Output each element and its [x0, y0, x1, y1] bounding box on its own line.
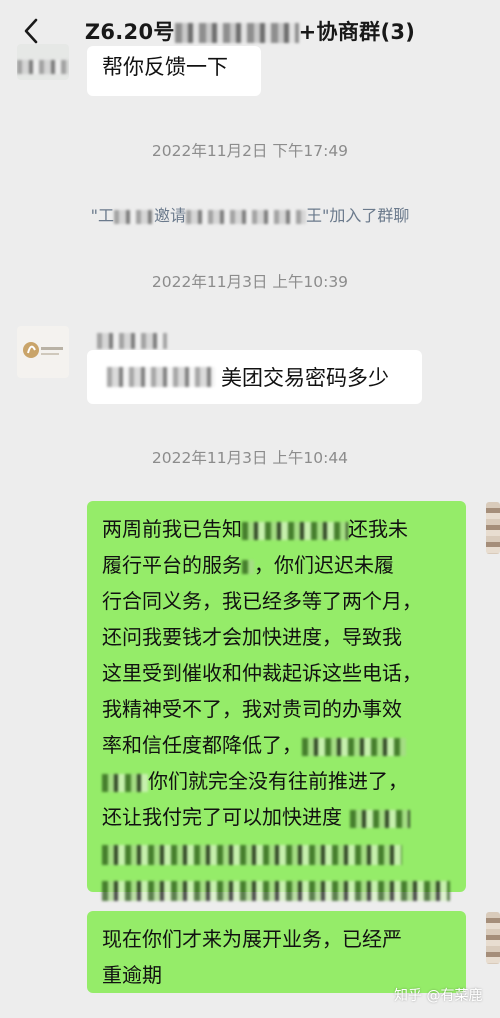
chat-title-prefix: Z6.20号: [84, 20, 175, 44]
sender-name: [97, 330, 167, 349]
redacted-text: [350, 809, 410, 828]
message-bubble[interactable]: 美团交易密码多少: [87, 350, 422, 404]
message-bubble-partial[interactable]: 帮你反馈一下: [87, 46, 261, 96]
message-line: 还问我要钱才会加快进度，导致我: [102, 625, 402, 649]
chat-title-suffix: +协商群(3): [298, 20, 416, 44]
self-avatar[interactable]: [486, 502, 500, 554]
message-line: 还让我付完了可以加快进度: [102, 799, 452, 835]
redacted-avatar: [17, 60, 69, 74]
message-line: 现在你们才来为展开业务，已经严: [102, 927, 402, 951]
message-line: 两周前我已告知 还我未: [102, 517, 408, 541]
message-line-redacted: [102, 835, 452, 871]
redacted-text: [242, 559, 254, 574]
self-avatar[interactable]: [486, 912, 500, 964]
message-line: 率和信任度都降低了，: [102, 727, 452, 763]
redacted-text: [107, 367, 215, 387]
system-text-end: 王"加入了群聊: [306, 206, 410, 225]
redacted-text: [102, 844, 402, 865]
redacted-text: [102, 773, 148, 792]
timestamp: 2022年11月3日 上午10:39: [151, 273, 349, 291]
timestamp: 2022年11月3日 上午10:44: [151, 449, 349, 467]
redacted-text: [242, 521, 348, 540]
message-line: 行合同义务，我已经多等了两个月，: [102, 589, 422, 613]
message-line: 你们就完全没有往前推进了，: [102, 763, 452, 799]
message-line: 我精神受不了，我对贵司的办事效: [102, 697, 402, 721]
chat-title: Z6.20号 +协商群(3): [85, 16, 415, 46]
system-message: "工 邀请 王"加入了群聊: [0, 202, 500, 226]
redacted-name: [186, 209, 306, 224]
message-text: 帮你反馈一下: [102, 55, 228, 79]
message-line: 这里受到催收和仲裁起诉这些电话，: [102, 661, 422, 685]
back-button[interactable]: [14, 14, 48, 48]
system-text-mid: 邀请: [153, 206, 186, 225]
chevron-left-icon: [24, 18, 38, 44]
watermark: 知乎 @有菜鹿: [394, 988, 483, 1004]
system-text-prefix: "工: [90, 206, 114, 225]
message-bubble-self[interactable]: 两周前我已告知 还我未 履行平台的服务 ，你们迟迟未履 行合同义务，我已经多等了两个…: [87, 501, 466, 937]
redacted-sender: [97, 332, 167, 349]
message-line-redacted: [102, 871, 452, 907]
message-bubble-self[interactable]: 现在你们才来为展开业务，已经严 重逾期: [87, 911, 466, 993]
sender-avatar[interactable]: [17, 326, 69, 378]
message-line: 履行平台的服务 ，你们迟迟未履: [102, 553, 394, 577]
redacted-title: [174, 23, 299, 43]
redacted-text: [302, 737, 406, 756]
redacted-name: [113, 209, 154, 224]
message-text: 美团交易密码多少: [221, 366, 389, 390]
sender-avatar[interactable]: [17, 44, 69, 80]
timestamp: 2022年11月2日 下午17:49: [151, 142, 349, 160]
redacted-text: [102, 880, 450, 901]
company-logo-icon: [23, 342, 63, 358]
